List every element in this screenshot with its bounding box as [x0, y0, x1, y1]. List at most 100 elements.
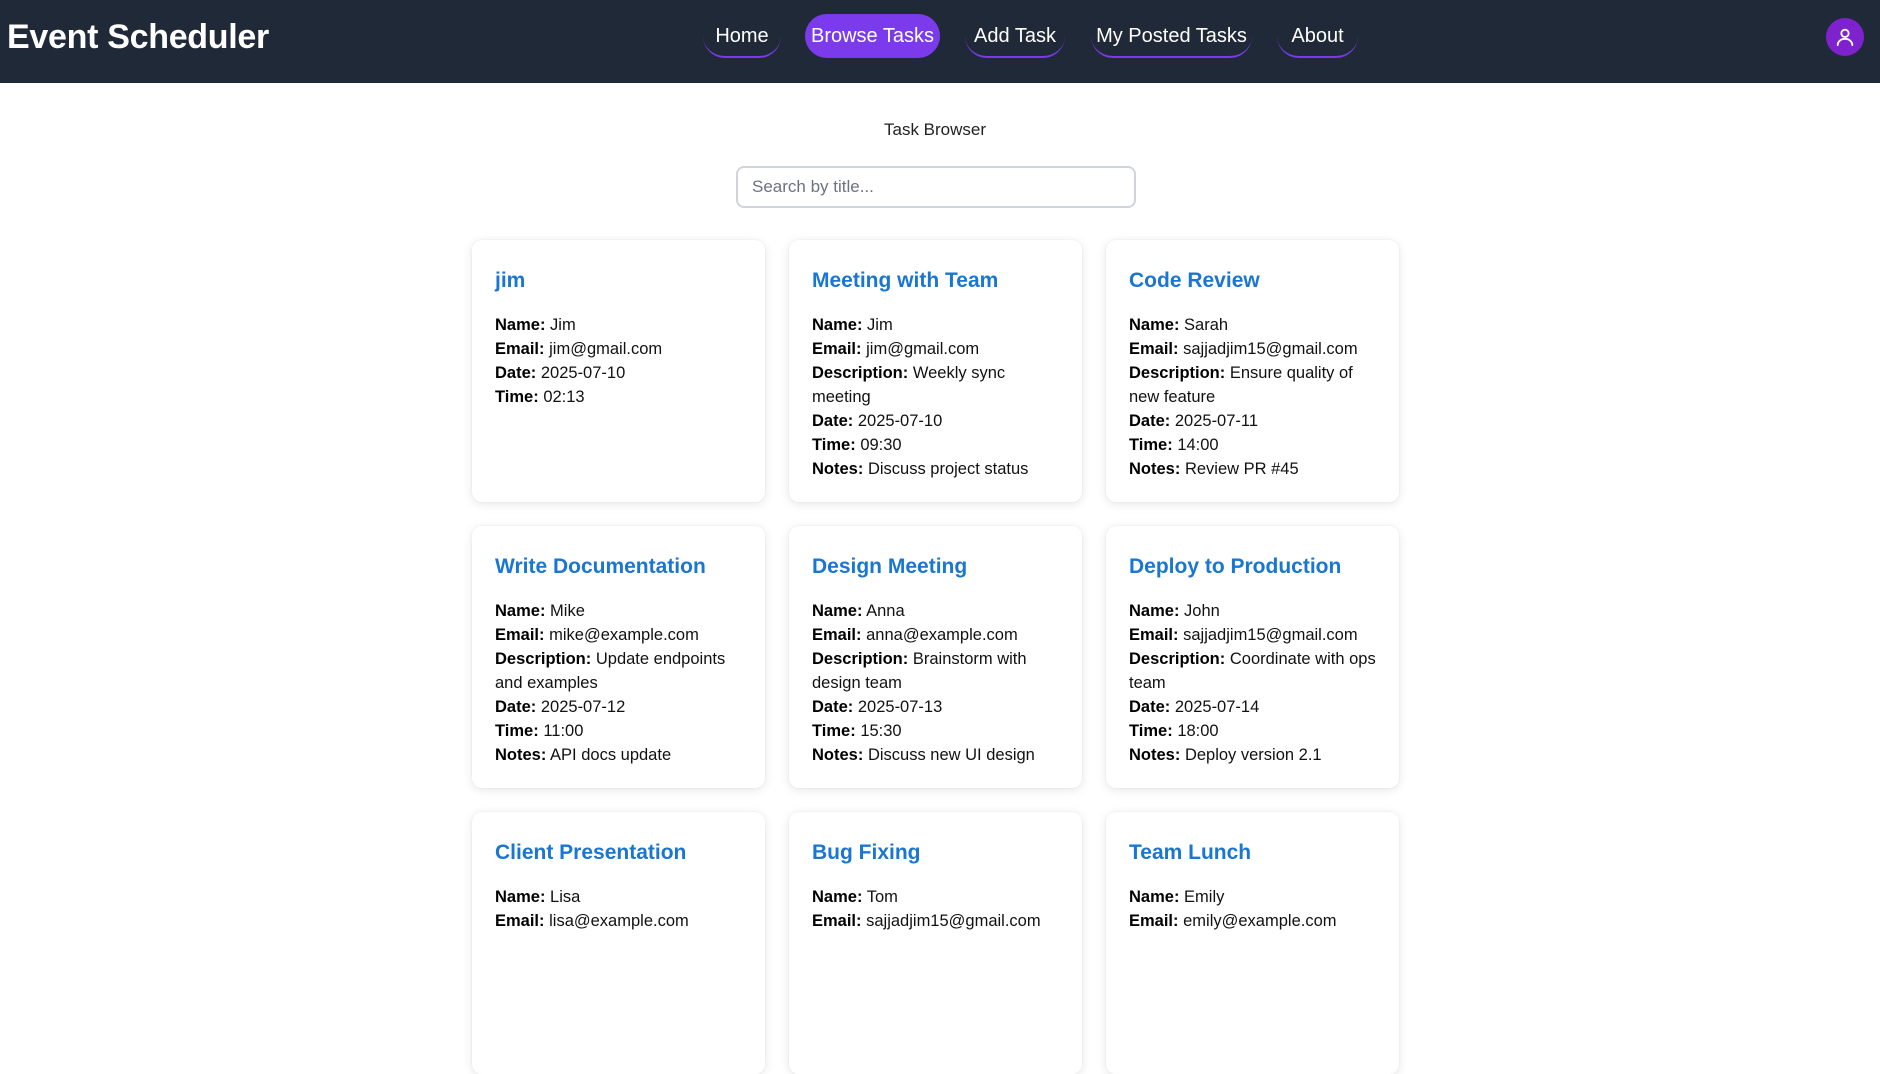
field-label-email: Email:	[1129, 340, 1179, 358]
field-value-email: sajjadjim15@gmail.com	[866, 912, 1041, 930]
field-label-name: Name:	[1129, 316, 1180, 334]
field-label-name: Name:	[812, 888, 863, 906]
field-value-time: 18:00	[1177, 722, 1219, 740]
field-label-time: Time:	[495, 388, 539, 406]
task-field-email: Email: sajjadjim15@gmail.com	[1129, 337, 1376, 361]
task-field-time: Time: 11:00	[495, 719, 742, 743]
field-value-notes: Deploy version 2.1	[1184, 746, 1322, 764]
nav-home[interactable]: Home	[703, 14, 781, 58]
task-field-name: Name: Lisa	[495, 885, 742, 909]
field-label-time: Time:	[812, 436, 856, 454]
user-avatar[interactable]	[1826, 18, 1864, 56]
field-value-email: anna@example.com	[866, 626, 1018, 644]
task-card[interactable]: Write Documentation Name: Mike Email: mike…	[472, 526, 765, 788]
task-field-notes: Notes: Discuss new UI design	[812, 743, 1059, 767]
field-label-description: Description:	[495, 650, 592, 668]
task-field-date: Date: 2025-07-10	[812, 409, 1059, 433]
field-label-email: Email:	[495, 626, 545, 644]
nav-about[interactable]: About	[1277, 14, 1358, 58]
task-card[interactable]: jim Name: Jim Email: jim@gmail.com Date: 20…	[472, 240, 765, 502]
task-field-email: Email: emily@example.com	[1129, 909, 1376, 933]
field-label-name: Name:	[495, 888, 546, 906]
task-field-date: Date: 2025-07-11	[1129, 409, 1376, 433]
field-label-name: Name:	[495, 602, 546, 620]
field-label-time: Time:	[812, 722, 856, 740]
field-value-email: sajjadjim15@gmail.com	[1183, 340, 1358, 358]
task-field-notes: Notes: Deploy version 2.1	[1129, 743, 1376, 767]
field-label-date: Date:	[1129, 698, 1171, 716]
field-value-email: lisa@example.com	[549, 912, 689, 930]
field-value-name: Anna	[866, 602, 905, 620]
task-title[interactable]: jim	[495, 268, 742, 294]
user-icon	[1836, 28, 1854, 47]
field-label-email: Email:	[812, 340, 862, 358]
field-value-date: 2025-07-13	[857, 698, 943, 716]
field-label-date: Date:	[1129, 412, 1171, 430]
task-field-email: Email: mike@example.com	[495, 623, 742, 647]
task-field-time: Time: 18:00	[1129, 719, 1376, 743]
field-value-date: 2025-07-11	[1174, 412, 1259, 430]
field-value-email: mike@example.com	[549, 626, 699, 644]
task-field-name: Name: Emily	[1129, 885, 1376, 909]
task-title[interactable]: Write Documentation	[495, 554, 742, 580]
task-field-name: Name: Sarah	[1129, 313, 1376, 337]
field-label-email: Email:	[812, 626, 862, 644]
field-label-time: Time:	[1129, 722, 1173, 740]
field-value-notes: Discuss new UI design	[867, 746, 1035, 764]
task-field-email: Email: lisa@example.com	[495, 909, 742, 933]
task-field-notes: Notes: API docs update	[495, 743, 742, 767]
task-title[interactable]: Team Lunch	[1129, 840, 1376, 866]
task-title[interactable]: Design Meeting	[812, 554, 1059, 580]
field-value-name: Sarah	[1184, 316, 1229, 334]
field-value-email: jim@gmail.com	[549, 340, 663, 358]
task-field-date: Date: 2025-07-10	[495, 361, 742, 385]
field-value-time: 15:30	[860, 722, 902, 740]
task-card[interactable]: Team Lunch Name: Emily Email: emily@exampl…	[1106, 812, 1399, 1074]
task-title[interactable]: Deploy to Production	[1129, 554, 1376, 580]
task-card[interactable]: Deploy to Production Name: John Email: saj…	[1106, 526, 1399, 788]
task-title[interactable]: Meeting with Team	[812, 268, 1059, 294]
field-label-email: Email:	[1129, 626, 1179, 644]
field-label-time: Time:	[1129, 436, 1173, 454]
task-field-email: Email: sajjadjim15@gmail.com	[1129, 623, 1376, 647]
page-title: Task Browser	[883, 120, 987, 139]
task-field-email: Email: sajjadjim15@gmail.com	[812, 909, 1059, 933]
task-field-name: Name: Tom	[812, 885, 1059, 909]
task-field-description: Description: Update endpoints and exampl…	[495, 647, 742, 695]
field-value-name: John	[1184, 602, 1220, 620]
nav-links: Home Browse Tasks Add Task My Posted Tas…	[0, 14, 1880, 60]
field-value-notes: API docs update	[550, 746, 672, 764]
task-card[interactable]: Meeting with Team Name: Jim Email: jim@gma…	[789, 240, 1082, 502]
task-field-time: Time: 15:30	[812, 719, 1059, 743]
task-field-date: Date: 2025-07-12	[495, 695, 742, 719]
search-input[interactable]	[736, 166, 1136, 208]
task-field-time: Time: 09:30	[812, 433, 1059, 457]
field-label-date: Date:	[495, 364, 537, 382]
task-card[interactable]: Bug Fixing Name: Tom Email: sajjadjim15@gm…	[789, 812, 1082, 1074]
field-label-date: Date:	[812, 412, 854, 430]
field-value-date: 2025-07-10	[857, 412, 943, 430]
task-field-email: Email: anna@example.com	[812, 623, 1059, 647]
task-field-notes: Notes: Discuss project status	[812, 457, 1059, 481]
task-field-description: Description: Coordinate with ops team	[1129, 647, 1376, 695]
field-label-email: Email:	[495, 912, 545, 930]
task-field-time: Time: 14:00	[1129, 433, 1376, 457]
field-label-description: Description:	[1129, 650, 1226, 668]
field-value-time: 14:00	[1177, 436, 1219, 454]
task-title[interactable]: Bug Fixing	[812, 840, 1059, 866]
field-value-time: 02:13	[543, 388, 585, 406]
field-label-email: Email:	[1129, 912, 1179, 930]
field-value-notes: Review PR #45	[1184, 460, 1299, 478]
task-field-name: Name: Anna	[812, 599, 1059, 623]
task-card[interactable]: Code Review Name: Sarah Email: sajjadjim15…	[1106, 240, 1399, 502]
field-label-date: Date:	[495, 698, 537, 716]
field-value-date: 2025-07-10	[540, 364, 626, 382]
nav-add-task[interactable]: Add Task	[965, 14, 1065, 58]
task-title[interactable]: Client Presentation	[495, 840, 742, 866]
nav-browse-tasks[interactable]: Browse Tasks	[805, 14, 940, 58]
task-title[interactable]: Code Review	[1129, 268, 1376, 294]
task-card[interactable]: Client Presentation Name: Lisa Email: lisa…	[472, 812, 765, 1074]
task-card[interactable]: Design Meeting Name: Anna Email: anna@exam…	[789, 526, 1082, 788]
nav-my-posted-tasks[interactable]: My Posted Tasks	[1091, 14, 1252, 58]
field-label-notes: Notes:	[812, 746, 864, 764]
